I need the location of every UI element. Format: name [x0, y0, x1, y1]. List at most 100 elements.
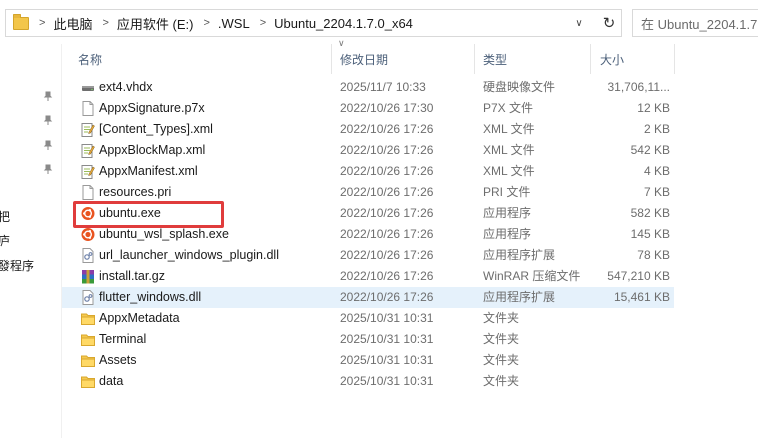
- file-name: AppxBlockMap.xml: [99, 143, 206, 157]
- file-row[interactable]: AppxSignature.p7x 2022/10/26 17:30 P7X 文…: [62, 98, 674, 119]
- chevron-right-icon[interactable]: >: [102, 17, 108, 29]
- column-header-row: 名称 修改日期 类型 大小: [62, 44, 758, 74]
- file-row[interactable]: resources.pri 2022/10/26 17:26 PRI 文件 7 …: [62, 182, 674, 203]
- breadcrumb-wsl[interactable]: .WSL: [218, 16, 250, 31]
- file-type: WinRAR 压缩文件: [483, 269, 581, 283]
- column-header-size[interactable]: 大小: [591, 44, 675, 74]
- file-row[interactable]: ext4.vhdx 2025/11/7 10:33 硬盘映像文件 31,706,…: [62, 77, 674, 98]
- file-row[interactable]: AppxManifest.xml 2022/10/26 17:26 XML 文件…: [62, 161, 674, 182]
- file-date: 2022/10/26 17:26: [340, 227, 434, 241]
- file-name: AppxManifest.xml: [99, 164, 198, 178]
- ubuntu-icon: [81, 228, 95, 241]
- disk-image-icon: [82, 86, 94, 91]
- file-size: [598, 371, 670, 392]
- chevron-down-icon[interactable]: ∨: [565, 10, 593, 36]
- file-date: 2022/10/26 17:26: [340, 248, 434, 262]
- file-type: 应用程序: [483, 206, 532, 220]
- file-size: 15,461 KB: [613, 290, 670, 304]
- file-type: PRI 文件: [483, 185, 531, 199]
- file-type: 文件夹: [483, 311, 520, 325]
- file-row[interactable]: data 2025/10/31 10:31 文件夹: [62, 371, 674, 392]
- file-row[interactable]: install.tar.gz 2022/10/26 17:26 WinRAR 压…: [62, 266, 674, 287]
- generic-file-icon: [82, 101, 94, 116]
- file-row[interactable]: Assets 2025/10/31 10:31 文件夹: [62, 350, 674, 371]
- file-date: 2025/10/31 10:31: [340, 374, 434, 388]
- sort-chevron-icon[interactable]: ∨: [338, 38, 345, 49]
- file-size: 582 KB: [630, 206, 670, 220]
- file-row[interactable]: ubuntu.exe 2022/10/26 17:26 应用程序 582 KB: [62, 203, 674, 224]
- folder-icon: [81, 334, 95, 346]
- column-header-type[interactable]: 类型: [475, 44, 591, 74]
- file-row[interactable]: [Content_Types].xml 2022/10/26 17:26 XML…: [62, 119, 674, 140]
- column-header-name[interactable]: 名称: [62, 44, 332, 74]
- file-row[interactable]: ubuntu_wsl_splash.exe 2022/10/26 17:26 应…: [62, 224, 674, 245]
- pin-icon[interactable]: [43, 115, 53, 125]
- file-row[interactable]: AppxMetadata 2025/10/31 10:31 文件夹: [62, 308, 674, 329]
- folder-icon: [81, 355, 95, 367]
- file-size: 4 KB: [643, 164, 670, 178]
- chevron-right-icon[interactable]: >: [203, 17, 209, 29]
- file-name: ubuntu.exe: [99, 206, 161, 220]
- file-date: 2022/10/26 17:26: [340, 269, 434, 283]
- file-size: [598, 350, 670, 371]
- file-row[interactable]: url_launcher_windows_plugin.dll 2022/10/…: [62, 245, 674, 266]
- file-name: Assets: [99, 353, 137, 367]
- file-date: 2025/11/7 10:33: [340, 80, 426, 94]
- file-type: 应用程序扩展: [483, 290, 556, 304]
- nav-item-clipped[interactable]: 發程序: [0, 257, 34, 274]
- breadcrumb-ubuntu-folder[interactable]: Ubuntu_2204.1.7.0_x64: [274, 16, 413, 31]
- file-date: 2022/10/26 17:26: [340, 185, 434, 199]
- nav-item-clipped[interactable]: 庐: [0, 232, 10, 249]
- file-type: 应用程序扩展: [483, 248, 556, 262]
- file-name: ext4.vhdx: [99, 80, 153, 94]
- pin-icon[interactable]: [43, 91, 53, 101]
- file-row-selected[interactable]: flutter_windows.dll 2022/10/26 17:26 应用程…: [62, 287, 674, 308]
- file-date: 2022/10/26 17:26: [340, 206, 434, 220]
- file-name: AppxSignature.p7x: [99, 101, 205, 115]
- address-bar[interactable]: > 此电脑 > 应用软件 (E:) > .WSL > Ubuntu_2204.1…: [5, 9, 622, 37]
- file-size: [598, 329, 670, 350]
- file-date: 2022/10/26 17:26: [340, 164, 434, 178]
- generic-file-icon: [82, 185, 94, 200]
- pin-icon[interactable]: [43, 164, 53, 174]
- file-size: 547,210 KB: [607, 269, 670, 283]
- chevron-right-icon[interactable]: >: [39, 17, 45, 29]
- file-name: url_launcher_windows_plugin.dll: [99, 248, 279, 262]
- navigation-pane[interactable]: 把 庐 發程序: [0, 44, 62, 438]
- file-type: 文件夹: [483, 332, 520, 346]
- file-size: [598, 308, 670, 329]
- file-type: 应用程序: [483, 227, 532, 241]
- file-type: XML 文件: [483, 122, 535, 136]
- chevron-right-icon[interactable]: >: [260, 17, 266, 29]
- file-row[interactable]: AppxBlockMap.xml 2022/10/26 17:26 XML 文件…: [62, 140, 674, 161]
- file-name: data: [99, 374, 124, 388]
- xml-file-icon: [81, 123, 95, 137]
- file-type: XML 文件: [483, 164, 535, 178]
- file-date: 2022/10/26 17:26: [340, 122, 434, 136]
- file-size: 2 KB: [643, 122, 670, 136]
- file-name: resources.pri: [99, 185, 172, 199]
- file-name: AppxMetadata: [99, 311, 180, 325]
- file-size: 12 KB: [637, 101, 670, 115]
- breadcrumb-this-pc[interactable]: 此电脑: [53, 14, 92, 33]
- file-explorer-window: > 此电脑 > 应用软件 (E:) > .WSL > Ubuntu_2204.1…: [0, 0, 758, 438]
- file-date: 2022/10/26 17:26: [340, 290, 434, 304]
- search-input[interactable]: 在 Ubuntu_2204.1.7.0: [632, 9, 758, 37]
- nav-item-clipped[interactable]: 把: [0, 208, 10, 225]
- folder-icon: [81, 313, 95, 325]
- refresh-icon[interactable]: ↻: [596, 9, 622, 37]
- file-size: 78 KB: [637, 248, 670, 262]
- file-type: 硬盘映像文件: [483, 80, 556, 94]
- file-size: 145 KB: [630, 227, 670, 241]
- file-type: 文件夹: [483, 374, 520, 388]
- column-header-date[interactable]: 修改日期: [332, 44, 475, 74]
- breadcrumb-drive[interactable]: 应用软件 (E:): [117, 14, 194, 33]
- folder-icon: [13, 13, 29, 30]
- pin-icon[interactable]: [43, 140, 53, 150]
- file-name: Terminal: [99, 332, 147, 346]
- file-size: 542 KB: [630, 143, 670, 157]
- file-type: P7X 文件: [483, 101, 534, 115]
- file-size: 31,706,11...: [607, 80, 671, 94]
- dll-file-icon: [82, 290, 94, 305]
- file-row[interactable]: Terminal 2025/10/31 10:31 文件夹: [62, 329, 674, 350]
